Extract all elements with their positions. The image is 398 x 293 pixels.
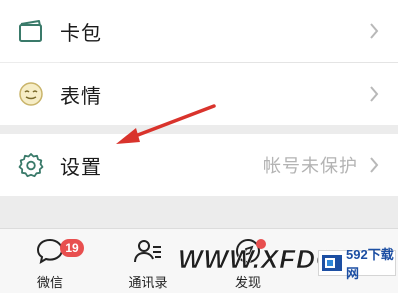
chevron-right-icon	[368, 84, 380, 104]
contacts-icon	[133, 237, 163, 265]
tab-contacts[interactable]: 通讯录	[118, 229, 178, 293]
emoji-icon	[18, 81, 44, 107]
me-screen: 卡包 表情 设置 帐号未保护 19 微信 通讯录 发现 WWW.XFDOWN 5…	[0, 0, 398, 293]
tab-label: 通讯录	[128, 276, 168, 291]
menu-item-card[interactable]: 卡包	[0, 0, 398, 63]
menu-item-label: 设置	[60, 154, 102, 179]
account-protection-status: 帐号未保护	[263, 156, 358, 177]
chevron-right-icon	[368, 155, 380, 175]
menu-item-label: 卡包	[60, 20, 102, 45]
logo-icon	[321, 253, 343, 273]
annotation-arrow	[116, 104, 216, 144]
watermark-logo: 592下载网	[318, 247, 396, 281]
tab-label: 微信	[36, 276, 64, 291]
tab-chats[interactable]: 19 微信	[20, 229, 84, 293]
gear-icon	[18, 152, 44, 178]
menu-item-label: 表情	[60, 83, 102, 108]
card-icon	[18, 18, 44, 44]
chevron-right-icon	[368, 21, 380, 41]
unread-badge: 19	[60, 239, 84, 257]
logo-text: 592下载网	[346, 247, 394, 281]
